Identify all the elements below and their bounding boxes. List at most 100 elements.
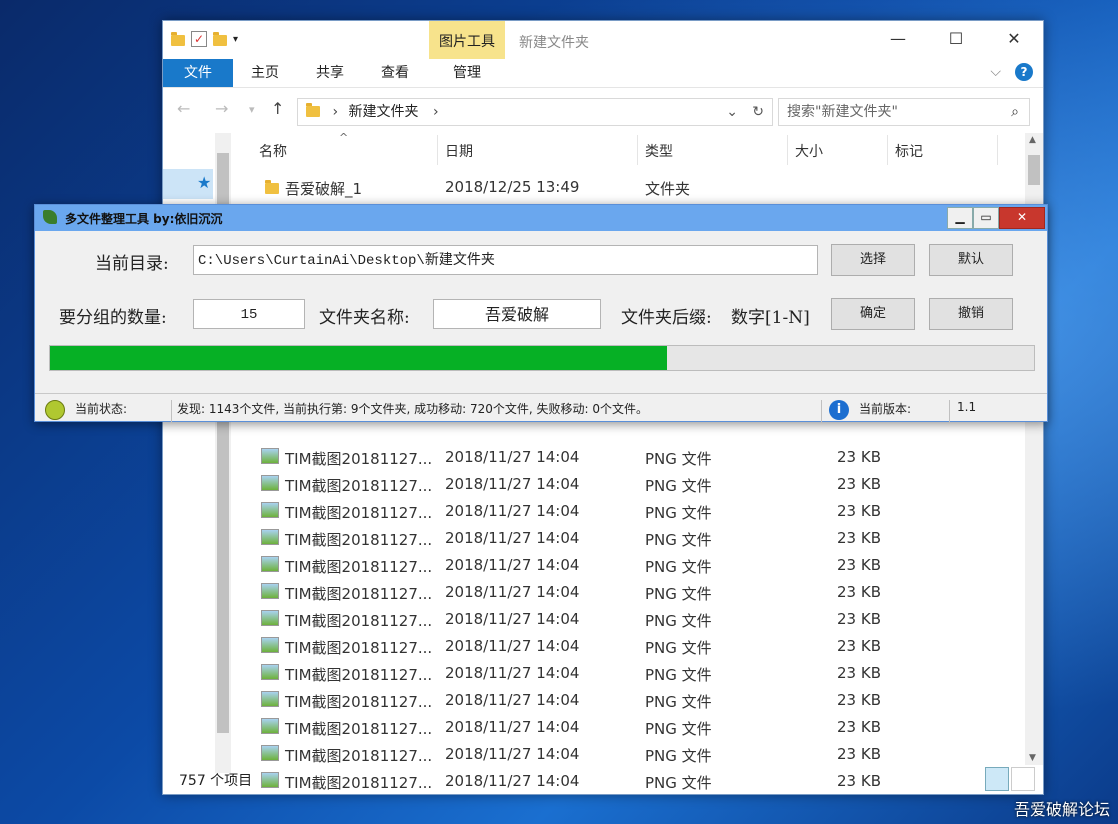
png-file-icon <box>261 718 279 734</box>
scrollbar-thumb[interactable] <box>1028 155 1040 185</box>
dir-label: 当前目录: <box>95 254 169 274</box>
file-name: TIM截图20181127... <box>285 666 433 684</box>
picture-tools-tab[interactable]: 图片工具 <box>429 21 505 59</box>
tab-view[interactable]: 查看 <box>373 59 417 87</box>
table-row[interactable]: TIM截图20181127... 2018/11/27 14:04 PNG 文件 23… <box>257 445 1017 472</box>
file-name: TIM截图20181127... <box>285 585 433 603</box>
file-type: PNG 文件 <box>645 531 712 549</box>
window-title: 新建文件夹 <box>519 35 589 51</box>
column-type[interactable]: 类型 <box>645 141 673 161</box>
file-organizer-window: 多文件整理工具 by:依旧沉沉 ▁ ▭ ✕ 当前目录: C:\Users\Cur… <box>34 204 1048 422</box>
file-date: 2018/11/27 14:04 <box>445 637 580 655</box>
table-row[interactable]: TIM截图20181127... 2018/11/27 14:04 PNG 文件 23… <box>257 472 1017 499</box>
list-item-folder[interactable]: 吾爱破解_1 2018/12/25 13:49 文件夹 <box>257 175 1017 202</box>
default-button[interactable]: 默认 <box>929 244 1013 276</box>
file-name: TIM截图20181127... <box>285 558 433 576</box>
scroll-down-icon[interactable]: ▼ <box>1029 753 1036 763</box>
png-file-icon <box>261 664 279 680</box>
explorer-titlebar: ✓ ▾ 图片工具 新建文件夹 — ☐ ✕ <box>163 21 1043 59</box>
column-date[interactable]: 日期 <box>445 141 473 161</box>
table-row[interactable]: TIM截图20181127... 2018/11/27 14:04 PNG 文件 23… <box>257 499 1017 526</box>
tab-home[interactable]: 主页 <box>243 59 287 87</box>
large-icons-view-icon[interactable] <box>1011 767 1035 791</box>
file-name: TIM截图20181127... <box>285 720 433 738</box>
table-row[interactable]: TIM截图20181127... 2018/11/27 14:04 PNG 文件 23… <box>257 661 1017 688</box>
suffix-label: 文件夹后缀: <box>621 308 712 328</box>
column-header: 名称 ^ 日期 类型 大小 标记 <box>163 131 1043 169</box>
minimize-icon[interactable]: — <box>869 21 927 57</box>
file-size: 23 KB <box>837 745 881 763</box>
file-date: 2018/12/25 13:49 <box>445 178 580 196</box>
file-type: PNG 文件 <box>645 585 712 603</box>
back-arrow-icon[interactable]: ← <box>177 99 190 118</box>
tab-file[interactable]: 文件 <box>163 59 233 87</box>
recent-locations-icon[interactable]: ▾ <box>249 103 255 116</box>
png-file-icon <box>261 610 279 626</box>
file-type: PNG 文件 <box>645 612 712 630</box>
folder-name-label: 文件夹名称: <box>319 308 410 328</box>
up-arrow-icon[interactable]: ↑ <box>271 99 284 118</box>
table-row[interactable]: TIM截图20181127... 2018/11/27 14:04 PNG 文件 23… <box>257 580 1017 607</box>
column-name[interactable]: 名称 <box>259 141 287 161</box>
file-date: 2018/11/27 14:04 <box>445 448 580 466</box>
table-row[interactable]: TIM截图20181127... 2018/11/27 14:04 PNG 文件 23… <box>257 634 1017 661</box>
navigation-bar: ← → ▾ ↑ › 新建文件夹 › ⌄ ↻ 搜索"新建文件夹" ⌕ <box>163 93 1043 129</box>
table-row[interactable]: TIM截图20181127... 2018/11/27 14:04 PNG 文件 23… <box>257 688 1017 715</box>
file-date: 2018/11/27 14:04 <box>445 691 580 709</box>
refresh-icon[interactable]: ↻ <box>752 99 764 125</box>
tab-manage[interactable]: 管理 <box>445 59 489 87</box>
address-path: 新建文件夹 <box>348 104 419 120</box>
file-type: PNG 文件 <box>645 558 712 576</box>
sort-ascending-icon: ^ <box>339 131 349 144</box>
file-type: PNG 文件 <box>645 666 712 684</box>
address-bar[interactable]: › 新建文件夹 › ⌄ ↻ <box>297 98 773 126</box>
table-row[interactable]: TIM截图20181127... 2018/11/27 14:04 PNG 文件 23… <box>257 607 1017 634</box>
close-icon[interactable]: ✕ <box>999 207 1045 229</box>
png-file-icon <box>261 583 279 599</box>
file-type: PNG 文件 <box>645 504 712 522</box>
group-count-input[interactable]: 15 <box>193 299 305 329</box>
column-size[interactable]: 大小 <box>795 141 823 161</box>
file-type: PNG 文件 <box>645 639 712 657</box>
suffix-value: 数字[1-N] <box>731 308 810 328</box>
quick-access-item[interactable]: ★ <box>163 169 213 199</box>
forward-arrow-icon[interactable]: → <box>215 99 228 118</box>
expand-ribbon-icon[interactable]: ⌵ <box>990 64 1001 80</box>
progress-fill <box>50 346 667 370</box>
details-view-icon[interactable] <box>985 767 1009 791</box>
file-date: 2018/11/27 14:04 <box>445 583 580 601</box>
table-row[interactable]: TIM截图20181127... 2018/11/27 14:04 PNG 文件 23… <box>257 526 1017 553</box>
png-file-icon <box>261 475 279 491</box>
column-tags[interactable]: 标记 <box>895 141 923 161</box>
scroll-up-icon[interactable]: ▲ <box>1029 135 1036 145</box>
help-icon[interactable]: ? <box>1015 63 1033 81</box>
table-row[interactable]: TIM截图20181127... 2018/11/27 14:04 PNG 文件 23… <box>257 715 1017 742</box>
cancel-button[interactable]: 撤销 <box>929 298 1013 330</box>
select-button[interactable]: 选择 <box>831 244 915 276</box>
table-row[interactable]: TIM截图20181127... 2018/11/27 14:04 PNG 文件 23… <box>257 553 1017 580</box>
confirm-button[interactable]: 确定 <box>831 298 915 330</box>
tab-share[interactable]: 共享 <box>308 59 352 87</box>
status-label: 当前状态: <box>75 402 128 416</box>
file-size: 23 KB <box>837 529 881 547</box>
maximize-icon[interactable]: ▭ <box>973 207 999 229</box>
file-size: 23 KB <box>837 448 881 466</box>
close-icon[interactable]: ✕ <box>985 21 1043 57</box>
search-input[interactable]: 搜索"新建文件夹" ⌕ <box>778 98 1030 126</box>
file-date: 2018/11/27 14:04 <box>445 556 580 574</box>
chevron-down-icon[interactable]: ▾ <box>233 34 238 45</box>
minimize-icon[interactable]: ▁ <box>947 207 973 229</box>
maximize-icon[interactable]: ☐ <box>927 21 985 57</box>
address-dropdown-icon[interactable]: ⌄ <box>726 99 738 125</box>
properties-icon[interactable]: ✓ <box>191 31 207 47</box>
dir-input[interactable]: C:\Users\CurtainAi\Desktop\新建文件夹 <box>193 245 818 275</box>
new-folder-icon[interactable] <box>213 31 227 46</box>
progress-bar <box>49 345 1035 371</box>
file-name: TIM截图20181127... <box>285 504 433 522</box>
file-date: 2018/11/27 14:04 <box>445 610 580 628</box>
file-size: 23 KB <box>837 637 881 655</box>
window-controls: — ☐ ✕ <box>869 21 1043 57</box>
file-size: 23 KB <box>837 583 881 601</box>
folder-name-input[interactable]: 吾爱破解 <box>433 299 601 329</box>
file-date: 2018/11/27 14:04 <box>445 502 580 520</box>
